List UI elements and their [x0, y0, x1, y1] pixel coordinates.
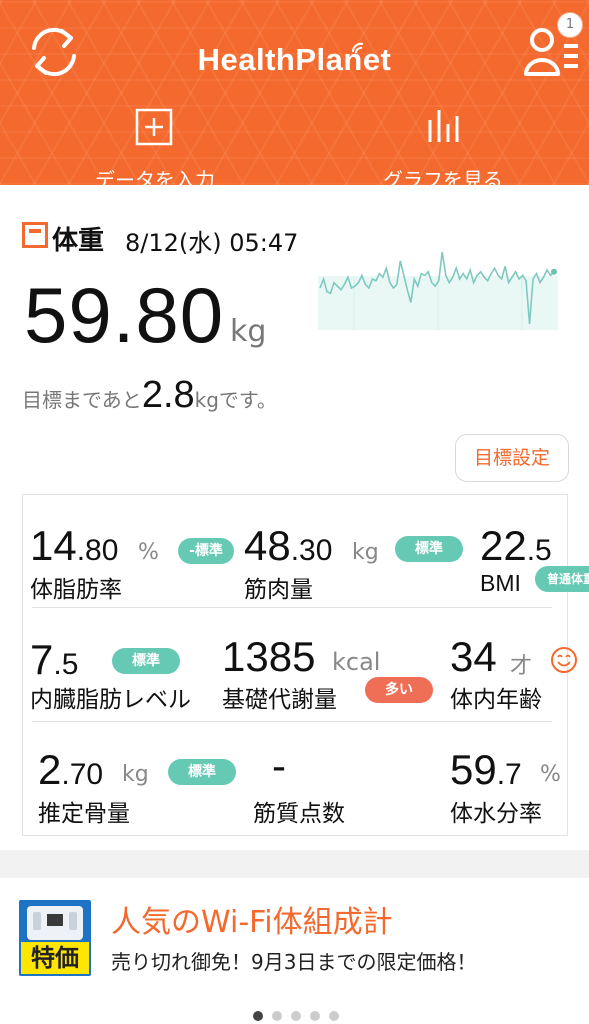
bmi-status-badge: 普通体重: [535, 566, 589, 592]
visceral-fat-value[interactable]: 7.5: [30, 636, 78, 684]
basal-metabolism-status-badge: 多い: [365, 677, 433, 703]
body-age-label: 体内年齢: [450, 687, 542, 713]
bmi-label: BMI: [480, 570, 521, 596]
data-input-button[interactable]: データを入力: [55, 100, 255, 192]
wifi-signal-icon: [352, 42, 364, 54]
bone-mass-status-badge: 標準: [168, 759, 236, 785]
pager-dot[interactable]: [272, 1011, 282, 1021]
visceral-fat-status-badge: 標準: [112, 648, 180, 674]
body-water-label: 体水分率: [450, 801, 542, 827]
goal-diff-value: 2.8: [141, 374, 195, 416]
basal-metabolism-label: 基礎代謝量: [222, 687, 337, 713]
muscle-quality-value[interactable]: -: [272, 742, 286, 790]
body-age-unit: 才: [510, 654, 533, 679]
basal-metabolism-unit: kcal: [332, 648, 381, 676]
muscle-mass-status-badge: 標準: [395, 536, 463, 562]
pager-dot[interactable]: [291, 1011, 301, 1021]
goal-setting-button[interactable]: 目標設定: [455, 434, 569, 482]
body-fat-unit: %: [138, 540, 159, 565]
goal-remaining-text: 目標まであと2.8kgです。: [22, 374, 277, 417]
body-fat-value[interactable]: 14.80: [30, 522, 118, 570]
plus-square-icon: [135, 108, 173, 146]
weight-unit: kg: [230, 314, 267, 349]
basal-metabolism-value[interactable]: 1385: [222, 633, 315, 681]
notification-badge: 1: [557, 12, 583, 38]
bar-chart-icon: [428, 110, 459, 142]
bone-mass-value[interactable]: 2.70: [38, 746, 103, 794]
body-fat-status-badge: -標準: [178, 538, 234, 564]
weight-value: 59.80: [24, 271, 225, 359]
goal-suffix: kgです。: [194, 388, 277, 412]
row-divider: [32, 721, 552, 722]
visceral-fat-label: 内臓脂肪レベル: [30, 687, 191, 713]
body-age-value[interactable]: 34: [450, 633, 497, 681]
scale-icon: [22, 222, 48, 248]
pager-dot[interactable]: [253, 1011, 263, 1021]
muscle-mass-unit: kg: [352, 540, 379, 565]
sale-badge: 特価: [21, 942, 89, 974]
pager-dot[interactable]: [329, 1011, 339, 1021]
sparkline-last-point: [551, 268, 557, 275]
muscle-mass-label: 筋肉量: [244, 577, 313, 603]
ad-description: 売り切れ御免！9月3日までの限定価格！: [111, 950, 477, 974]
body-water-value[interactable]: 59.7: [450, 746, 522, 794]
muscle-mass-value[interactable]: 48.30: [244, 522, 332, 570]
view-graph-button[interactable]: グラフを見る: [343, 100, 543, 192]
body-fat-label: 体脂肪率: [30, 577, 122, 603]
ad-product-image[interactable]: 特価: [19, 900, 91, 976]
bmi-value[interactable]: 22.5: [480, 522, 552, 570]
ad-title[interactable]: 人気のWi-Fi体組成計: [111, 897, 393, 941]
muscle-quality-label: 筋質点数: [253, 801, 345, 827]
goal-prefix: 目標まであと: [22, 388, 142, 412]
scale-product-graphic: [27, 906, 83, 940]
bone-mass-unit: kg: [122, 762, 149, 787]
weight-label: 体重: [52, 226, 105, 256]
pager-dot[interactable]: [310, 1011, 320, 1021]
smiley-face-icon: [551, 647, 577, 673]
measurement-datetime: 8/12(水) 05:47: [125, 229, 299, 257]
weight-trend-sparkline[interactable]: [318, 246, 558, 330]
app-logo: HealthPlanet: [197, 42, 392, 77]
body-water-unit: %: [540, 762, 561, 787]
row-divider: [32, 607, 552, 608]
bone-mass-label: 推定骨量: [38, 801, 130, 827]
